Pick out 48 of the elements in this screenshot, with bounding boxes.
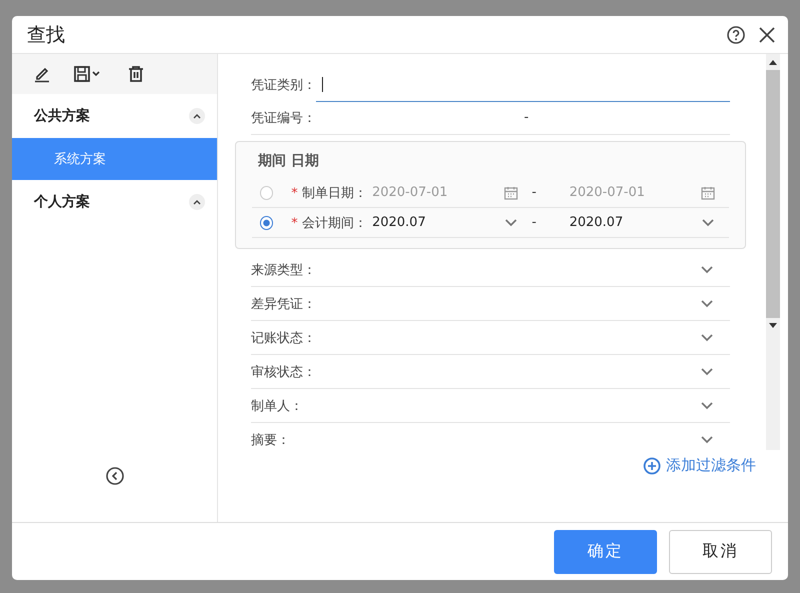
range-separator: - bbox=[532, 185, 538, 200]
range-separator: - bbox=[532, 215, 538, 230]
field-label: 差异凭证： bbox=[251, 296, 316, 312]
help-icon[interactable] bbox=[726, 24, 746, 44]
add-icon[interactable] bbox=[643, 456, 661, 474]
calendar-icon[interactable] bbox=[504, 186, 518, 200]
field-label: * 制单日期： bbox=[291, 184, 368, 202]
chevron-down-icon[interactable] bbox=[700, 366, 714, 376]
field-label: 摘要： bbox=[251, 432, 290, 448]
sidebar-group-header[interactable]: 个人方案 bbox=[12, 180, 217, 224]
field-label: * 会计期间： bbox=[291, 214, 368, 232]
chevron-down-icon[interactable] bbox=[700, 400, 714, 410]
radio-button[interactable] bbox=[260, 216, 274, 230]
edit-icon[interactable] bbox=[33, 65, 51, 83]
collapse-icon[interactable] bbox=[104, 466, 124, 486]
panel-title: 期间 日期 bbox=[257, 152, 320, 171]
chevron-down-icon[interactable] bbox=[701, 218, 715, 228]
scroll-down-icon[interactable] bbox=[769, 323, 777, 329]
period-dropdown[interactable]: 2020.07 bbox=[372, 215, 532, 230]
period-dropdown[interactable]: 2020.07 bbox=[569, 215, 729, 230]
sidebar-group-header[interactable]: 公共方案 bbox=[12, 94, 217, 138]
chevron-down-icon[interactable] bbox=[700, 332, 714, 342]
field-label: 凭证编号： bbox=[251, 110, 316, 126]
scrollbar-thumb[interactable] bbox=[766, 70, 780, 318]
confirm-button[interactable]: 确定 bbox=[554, 530, 657, 574]
field-label: 记账状态： bbox=[251, 330, 316, 346]
toggle-button[interactable] bbox=[189, 194, 205, 210]
chevron-down-icon[interactable] bbox=[504, 218, 518, 228]
chevron-up-icon[interactable] bbox=[193, 199, 201, 205]
add-filter-link[interactable]: 添加过滤条件 bbox=[643, 456, 756, 475]
chevron-down-icon[interactable] bbox=[700, 298, 714, 308]
radio-button[interactable] bbox=[260, 186, 274, 200]
chevron-up-icon[interactable] bbox=[193, 113, 201, 119]
field-label: 制单人： bbox=[251, 398, 303, 414]
window-title: 查找 bbox=[27, 22, 65, 48]
chevron-down-icon[interactable] bbox=[700, 434, 714, 444]
field-label: 来源类型： bbox=[251, 262, 316, 278]
scroll-up-icon[interactable] bbox=[769, 59, 777, 65]
field-label: 审核状态： bbox=[251, 364, 316, 380]
delete-icon[interactable] bbox=[127, 65, 145, 83]
field-label: 凭证类别： bbox=[251, 76, 316, 94]
range-field[interactable]: - bbox=[316, 101, 730, 134]
toggle-button[interactable] bbox=[189, 108, 205, 124]
chevron-down-icon[interactable] bbox=[700, 264, 714, 274]
scrollbar[interactable] bbox=[766, 54, 780, 450]
close-icon[interactable] bbox=[758, 26, 776, 44]
cancel-button[interactable]: 取消 bbox=[669, 530, 772, 574]
calendar-icon[interactable] bbox=[701, 186, 715, 200]
